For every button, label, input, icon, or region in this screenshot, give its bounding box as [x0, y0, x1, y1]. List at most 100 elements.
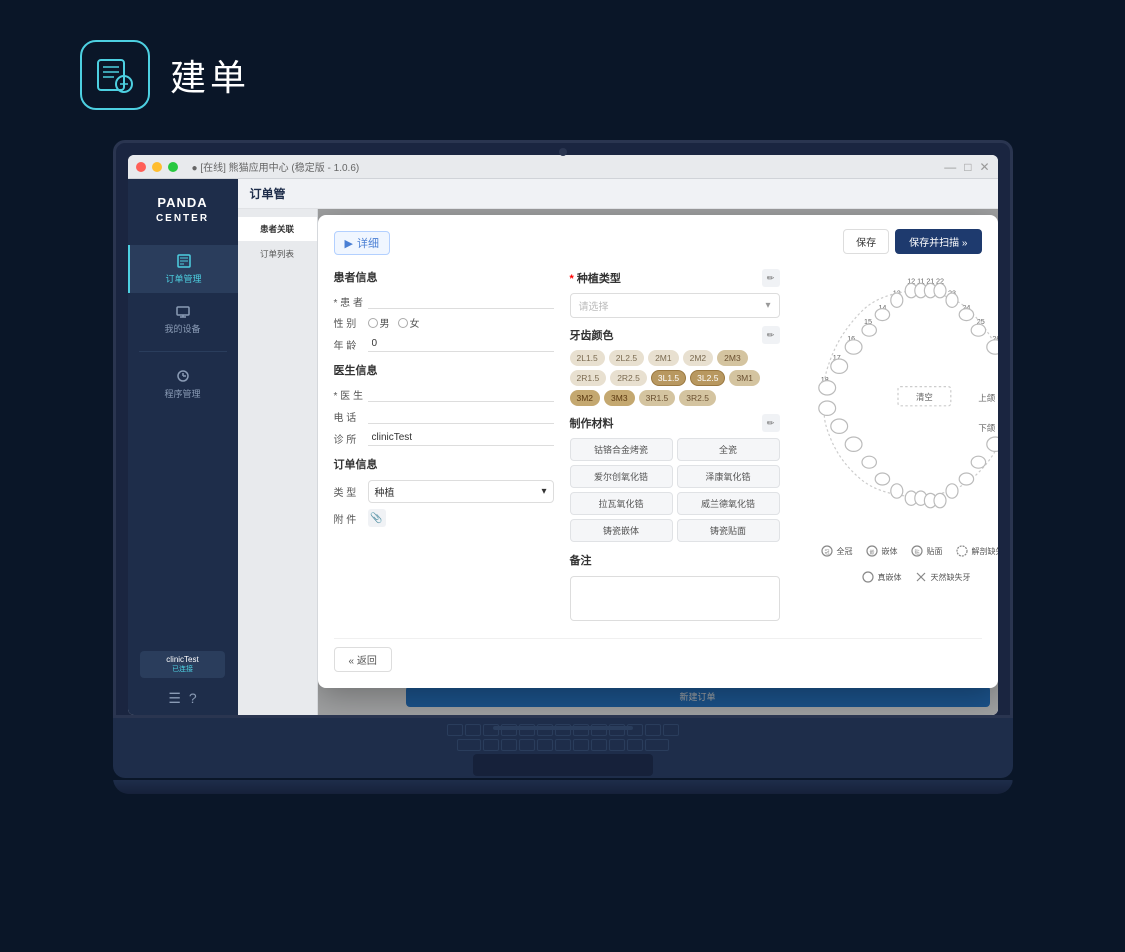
notes-textarea[interactable] [570, 576, 780, 621]
materials-grid: 钴铬合金烤瓷 全瓷 爱尔创氧化锆 泽康氧化锆 拉瓦氧化锆 威兰德氧化锆 铸瓷嵌体 [570, 438, 780, 542]
color-edit-icon[interactable]: ✏ [762, 326, 780, 344]
color-chip-3m3[interactable]: 3M3 [604, 390, 635, 406]
material-lava[interactable]: 拉瓦氧化锆 [570, 492, 673, 515]
age-input[interactable] [368, 336, 554, 352]
save-button[interactable]: 保存 [843, 229, 889, 254]
material-allceramic[interactable]: 全瓷 [677, 438, 780, 461]
color-chip-2l25[interactable]: 2L2.5 [609, 350, 644, 366]
left-panel-patients[interactable]: 患者关联 [238, 217, 317, 241]
key [457, 739, 481, 751]
material-cast-inlay[interactable]: 铸瓷嵌体 [570, 519, 673, 542]
sidebar-item-programs[interactable]: 程序管理 [128, 360, 238, 408]
color-chips-container: 2L1.5 2L2.5 2M1 2M2 2M3 2R1.5 2R2.5 [570, 350, 780, 406]
page-title: 建单 [170, 49, 250, 101]
left-panel-orders[interactable]: 订单列表 [238, 242, 317, 266]
gender-female-option[interactable]: 女 [398, 315, 420, 330]
app-content: PANDA CENTER 订单管理 我的设备 [128, 179, 998, 715]
male-radio[interactable] [368, 318, 378, 328]
create-order-modal: 保存 保存并扫描 » ▶ 详细 [318, 215, 998, 688]
minimize-dot[interactable] [152, 162, 162, 172]
color-chip-2m3[interactable]: 2M3 [717, 350, 748, 366]
sidebar-item-devices[interactable]: 我的设备 [128, 295, 238, 343]
color-chip-3r15[interactable]: 3R1.5 [639, 390, 676, 406]
implant-section-header: * 种植类型 ✏ [570, 269, 780, 287]
color-chip-3m1[interactable]: 3M1 [729, 370, 760, 386]
material-zekang[interactable]: 泽康氧化锆 [677, 465, 780, 488]
main-title: 订单管 [250, 185, 286, 202]
color-chip-3m2[interactable]: 3M2 [570, 390, 601, 406]
modal-top-actions: 保存 保存并扫描 » [843, 229, 981, 254]
app-window: ● [在线] 熊猫应用中心 (稳定版 - 1.0.6) — □ ✕ PANDA … [128, 155, 998, 715]
modal-right-column: 12 11 21 22 13 23 14 [796, 269, 998, 626]
color-chip-2m1[interactable]: 2M1 [648, 350, 679, 366]
main-area: 订单管 患者关联 订单列表 [238, 179, 998, 715]
key [537, 739, 553, 751]
patient-label: * 患 者 [334, 294, 364, 309]
material-aichuang[interactable]: 爱尔创氧化锆 [570, 465, 673, 488]
patient-input[interactable] [368, 293, 554, 309]
sidebar-label-programs: 程序管理 [164, 387, 200, 400]
minimize-btn[interactable]: — [944, 160, 956, 174]
color-chip-3l15[interactable]: 3L1.5 [651, 370, 686, 386]
gender-male-option[interactable]: 男 [368, 315, 390, 330]
material-edit-icon[interactable]: ✏ [762, 414, 780, 432]
implant-section-title: * 种植类型 [570, 270, 621, 286]
attachment-icon[interactable]: 📎 [368, 509, 386, 527]
material-wieland[interactable]: 威兰德氧化锆 [677, 492, 780, 515]
key [447, 724, 463, 736]
material-cobalt[interactable]: 钴铬合金烤瓷 [570, 438, 673, 461]
doctor-input[interactable] [368, 386, 554, 402]
modal-middle-column: * 种植类型 ✏ 请选择 ▾ [570, 269, 780, 626]
type-label: 类 型 [334, 484, 364, 499]
sidebar-item-orders[interactable]: 订单管理 [128, 245, 238, 293]
color-chip-2r15[interactable]: 2R1.5 [570, 370, 607, 386]
phone-row: 电 话 [334, 408, 554, 424]
type-select[interactable]: 种植 ▾ [368, 480, 554, 503]
maximize-btn[interactable]: □ [964, 160, 971, 174]
legend-veneer: 贴 贴面 [910, 544, 943, 558]
color-chip-3r25[interactable]: 3R2.5 [679, 390, 716, 406]
app-titlebar: ● [在线] 熊猫应用中心 (稳定版 - 1.0.6) — □ ✕ [128, 155, 998, 179]
sidebar-bottom: clinicTest 已连接 ☰ ? [128, 643, 238, 715]
implant-dropdown[interactable]: 请选择 ▾ [570, 293, 780, 318]
help-icon[interactable]: ? [189, 690, 197, 707]
key [573, 739, 589, 751]
phone-input[interactable] [368, 408, 554, 424]
laptop-frame: ● [在线] 熊猫应用中心 (稳定版 - 1.0.6) — □ ✕ PANDA … [113, 140, 1013, 794]
svg-text:冠: 冠 [824, 550, 829, 556]
key [537, 724, 553, 736]
close-btn[interactable]: ✕ [979, 160, 989, 174]
doctor-row: * 医 生 [334, 386, 554, 402]
key [483, 724, 499, 736]
save-scan-button[interactable]: 保存并扫描 » [895, 229, 981, 254]
gender-row: 性 别 男 [334, 315, 554, 330]
material-cast-veneer[interactable]: 铸瓷贴面 [677, 519, 780, 542]
color-chip-3l25[interactable]: 3L2.5 [690, 370, 725, 386]
doctor-label: * 医 生 [334, 387, 364, 402]
detail-tag[interactable]: ▶ 详细 [334, 231, 390, 255]
back-button[interactable]: « 返回 [334, 647, 392, 672]
maximize-dot[interactable] [168, 162, 178, 172]
screen-bezel: ● [在线] 熊猫应用中心 (稳定版 - 1.0.6) — □ ✕ PANDA … [113, 140, 1013, 718]
color-chip-2l15[interactable]: 2L1.5 [570, 350, 605, 366]
modal-left-column: 患者信息 * 患 者 性 别 [334, 269, 554, 626]
color-chip-2m2[interactable]: 2M2 [683, 350, 714, 366]
chevron-down-icon: ▾ [541, 486, 546, 497]
order-type-row: 类 型 种植 ▾ [334, 480, 554, 503]
key [501, 724, 517, 736]
trackpad[interactable] [473, 754, 653, 776]
key [591, 739, 607, 751]
implant-edit-icon[interactable]: ✏ [762, 269, 780, 287]
menu-icon[interactable]: ☰ [168, 690, 181, 707]
gender-radio-group: 男 女 [368, 315, 420, 330]
clinic-input[interactable] [368, 430, 554, 446]
upper-arch: 12 11 21 22 13 23 14 [818, 276, 997, 395]
close-dot[interactable] [136, 162, 146, 172]
female-radio[interactable] [398, 318, 408, 328]
sidebar-label-devices: 我的设备 [164, 322, 200, 335]
titlebar-controls: — □ ✕ [944, 160, 989, 174]
color-chip-2r25[interactable]: 2R2.5 [610, 370, 647, 386]
key [627, 724, 643, 736]
key [645, 739, 669, 751]
modal-body: 患者信息 * 患 者 性 别 [334, 269, 982, 626]
